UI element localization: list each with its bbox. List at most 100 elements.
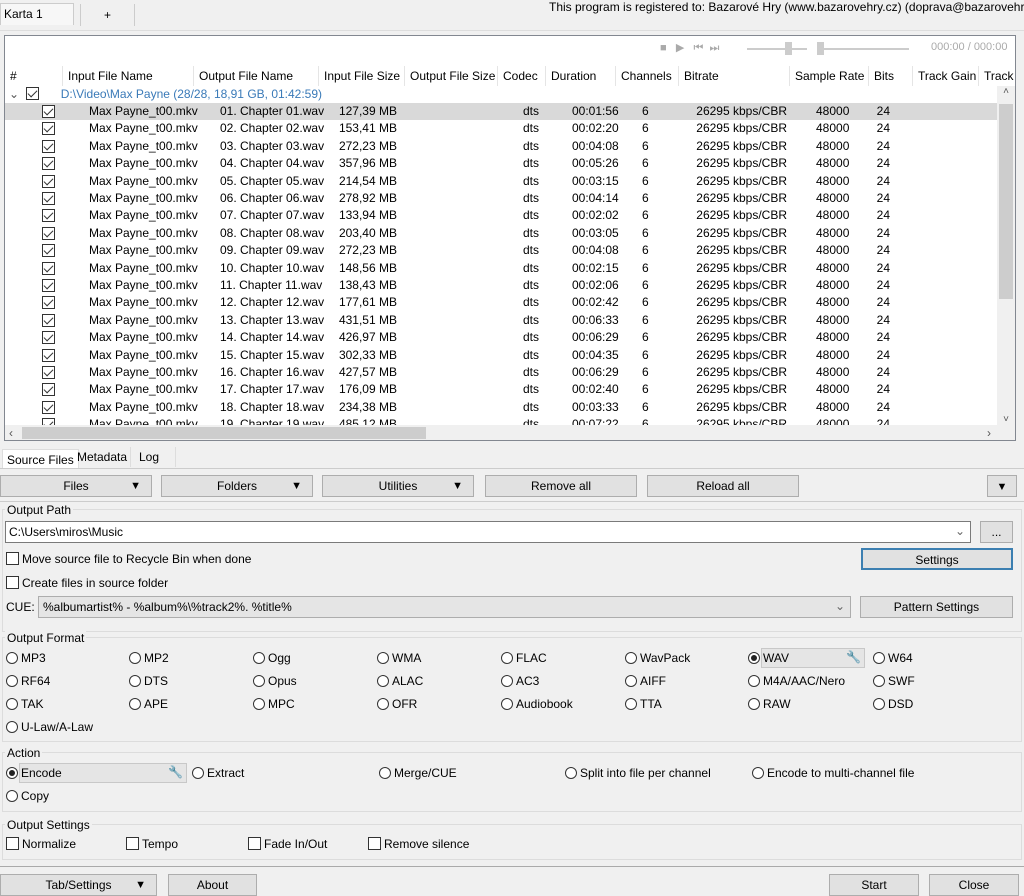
table-row[interactable]: Max Payne_t00.mkv 11. Chapter 11.wav 138,4… [5,277,997,294]
radio-button[interactable] [129,698,141,710]
tab-settings-button[interactable]: Tab/Settings ▼ [0,874,157,896]
table-row[interactable]: Max Payne_t00.mkv 08. Chapter 08.wav 203,4… [5,225,997,242]
table-row[interactable]: Max Payne_t00.mkv 04. Chapter 04.wav 357,9… [5,155,997,172]
table-row[interactable]: Max Payne_t00.mkv 10. Chapter 10.wav 148,5… [5,260,997,277]
checkbox[interactable] [6,552,19,565]
browse-button[interactable]: ... [980,521,1013,543]
table-row[interactable]: Max Payne_t00.mkv 05. Chapter 05.wav 214,5… [5,173,997,190]
utilities-button[interactable]: Utilities ▼ [322,475,474,497]
previous-icon[interactable]: ⏮ [693,42,703,54]
format-radio-mp3[interactable]: MP3 [6,651,46,665]
radio-button[interactable] [379,767,391,779]
table-row[interactable]: Max Payne_t00.mkv 18. Chapter 18.wav 234,3… [5,399,997,416]
pattern-settings-button[interactable]: Pattern Settings [860,596,1013,618]
radio-button[interactable] [253,675,265,687]
radio-button[interactable] [129,652,141,664]
table-row[interactable]: Max Payne_t00.mkv 14. Chapter 14.wav 426,9… [5,329,997,346]
radio-button[interactable] [377,652,389,664]
radio-button[interactable] [748,675,760,687]
radio-button[interactable] [565,767,577,779]
format-radio-mpc[interactable]: MPC [253,697,295,711]
table-row[interactable]: Max Payne_t00.mkv 17. Chapter 17.wav 176,0… [5,381,997,398]
checkbox[interactable] [126,837,139,850]
folders-button[interactable]: Folders ▼ [161,475,313,497]
scrollbar-thumb[interactable] [999,104,1013,299]
column-header[interactable]: Bitrate [679,66,790,86]
format-radio-swf[interactable]: SWF [873,674,915,688]
row-checkbox[interactable] [42,331,55,345]
next-icon[interactable]: ⏭ [710,42,720,54]
radio-button[interactable] [625,652,637,664]
radio-button[interactable] [253,698,265,710]
start-button[interactable]: Start [829,874,919,896]
table-row[interactable]: Max Payne_t00.mkv 12. Chapter 12.wav 177,6… [5,294,997,311]
table-row[interactable]: Max Payne_t00.mkv 16. Chapter 16.wav 427,5… [5,364,997,381]
row-checkbox[interactable] [42,261,55,275]
row-checkbox[interactable] [42,157,55,171]
stop-icon[interactable]: ■ [660,42,667,54]
format-radio-dts[interactable]: DTS [129,674,168,688]
format-radio-alac[interactable]: ALAC [377,674,423,688]
column-header[interactable]: Duration [546,66,616,86]
radio-button[interactable] [752,767,764,779]
column-header[interactable]: Track Gain [913,66,979,86]
table-row[interactable]: Max Payne_t00.mkv 07. Chapter 07.wav 133,9… [5,207,997,224]
format-radio-flac[interactable]: FLAC [501,651,547,665]
format-radio-wavpack[interactable]: WavPack [625,651,690,665]
setting-checkbox-tempo[interactable]: Tempo [126,837,178,851]
format-radio-aiff[interactable]: AIFF [625,674,666,688]
row-checkbox[interactable] [42,313,55,327]
column-header[interactable]: # [5,66,63,86]
horizontal-scrollbar[interactable]: ‹ › [5,425,1015,440]
seek-slider[interactable] [817,42,909,55]
format-radio-tak[interactable]: TAK [6,697,43,711]
scrollbar-thumb[interactable] [22,427,426,439]
wrench-icon[interactable]: 🔧 [168,765,183,779]
chevron-down-icon[interactable]: ⌄ [9,87,19,101]
radio-button[interactable] [501,675,513,687]
close-button[interactable]: Close [929,874,1019,896]
radio-button[interactable] [377,698,389,710]
setting-checkbox-remove-silence[interactable]: Remove silence [368,837,469,851]
radio-button[interactable] [748,698,760,710]
format-radio-raw[interactable]: RAW [748,697,791,711]
radio-button[interactable] [625,698,637,710]
row-checkbox[interactable] [42,383,55,397]
row-checkbox[interactable] [42,174,55,188]
radio-button[interactable] [6,767,18,779]
scroll-down-icon[interactable]: ˅ [997,414,1015,425]
source-folder-checkbox[interactable]: Create files in source folder [6,576,168,590]
radio-button[interactable] [873,698,885,710]
radio-button[interactable] [6,721,18,733]
row-checkbox[interactable] [42,279,55,292]
tab-source-files[interactable]: Source Files [2,449,79,469]
more-dropdown-button[interactable]: ▼ [987,475,1017,497]
radio-button[interactable] [873,675,885,687]
column-header[interactable]: Output File Name [194,66,319,86]
column-header[interactable]: Sample Rate [790,66,869,86]
table-row[interactable]: Max Payne_t00.mkv 03. Chapter 03.wav 272,2… [5,138,997,155]
group-row[interactable]: ⌄ D:\Video\Max Payne (28/28, 18,91 GB, 0… [9,86,322,103]
row-checkbox[interactable] [42,122,55,136]
column-header[interactable]: Input File Name [63,66,194,86]
play-icon[interactable]: ▶ [676,42,684,54]
format-radio-ofr[interactable]: OFR [377,697,417,711]
row-checkbox[interactable] [42,209,55,223]
tab-metadata[interactable]: Metadata [74,447,132,467]
row-checkbox[interactable] [42,244,55,258]
row-checkbox[interactable] [42,400,55,414]
scroll-up-icon[interactable]: ˄ [997,86,1015,97]
column-header[interactable]: Channels [616,66,679,86]
table-row[interactable]: Max Payne_t00.mkv 09. Chapter 09.wav 272,2… [5,242,997,259]
format-radio-m4a-aac-nero[interactable]: M4A/AAC/Nero [748,674,845,688]
chevron-down-icon[interactable]: ⌄ [955,524,965,538]
row-checkbox[interactable] [42,226,55,240]
group-checkbox[interactable] [26,87,40,100]
format-radio-wav[interactable]: WAV [748,651,789,665]
table-row[interactable]: Max Payne_t00.mkv 06. Chapter 06.wav 278,9… [5,190,997,207]
checkbox[interactable] [248,837,261,850]
radio-button[interactable] [501,698,513,710]
table-row[interactable]: Max Payne_t00.mkv 02. Chapter 02.wav 153,4… [5,120,997,137]
row-checkbox[interactable] [42,348,55,362]
radio-button[interactable] [377,675,389,687]
